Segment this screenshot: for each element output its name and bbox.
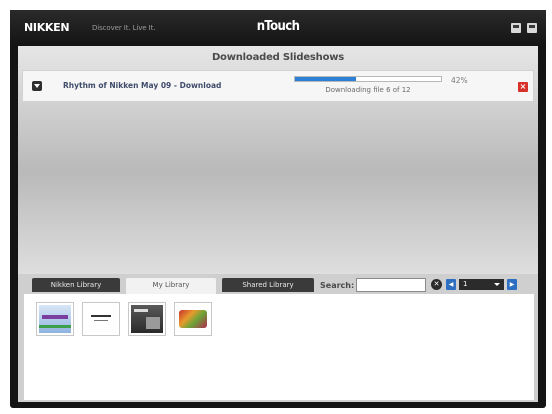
download-title: Rhythm of Nikken May 09 - Download [63,81,222,90]
download-status: Downloading file 6 of 12 [325,86,411,94]
clear-search-icon[interactable]: ✕ [431,279,442,290]
slide-thumbnail-2[interactable] [82,302,120,336]
maximize-icon[interactable] [527,23,537,33]
chevron-down-icon [494,283,500,286]
minimize-icon[interactable] [511,23,521,33]
app-window: NIKKEN Discover It. Live It. nTouch Down… [10,10,546,408]
search-input[interactable] [356,278,426,292]
app-title: nTouch [256,19,300,34]
library-panel: Nikken Library My Library Shared Library… [18,274,538,402]
downloads-header: Downloaded Slideshows [211,52,345,63]
cancel-download-icon[interactable]: × [518,82,528,92]
slide-thumbnail-3[interactable] [128,302,166,336]
download-item: Rhythm of Nikken May 09 - Download Downl… [22,70,534,102]
download-progress-fill [295,77,357,81]
page-select[interactable]: 1 [459,279,504,290]
thumbnail-strip [24,294,364,344]
previous-page-icon[interactable]: ◀ [446,279,456,290]
slide-thumbnail-4[interactable] [174,302,212,336]
tab-nikken-library[interactable]: Nikken Library [32,278,120,292]
next-page-icon[interactable]: ▶ [507,279,517,290]
page-number: 1 [463,280,468,288]
expand-icon[interactable] [32,81,42,91]
download-percent: 42% [451,76,468,85]
library-grid [24,294,534,400]
search-label: Search: [320,281,355,290]
tab-my-library[interactable]: My Library [126,278,216,294]
tab-shared-library[interactable]: Shared Library [222,278,314,292]
download-progress-bar [294,76,442,82]
downloads-panel: Downloaded Slideshows Rhythm of Nikken M… [18,46,538,274]
slide-thumbnail-1[interactable] [36,302,74,336]
title-bar: NIKKEN Discover It. Live It. nTouch [10,10,546,46]
